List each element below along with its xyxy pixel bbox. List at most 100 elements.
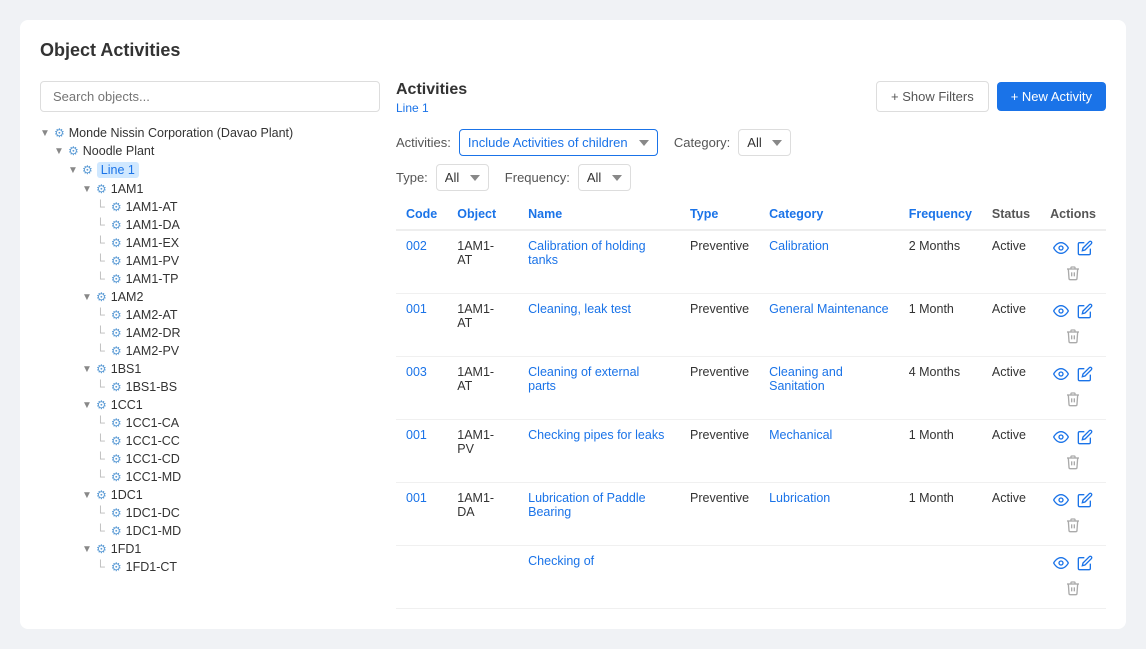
connector: └ xyxy=(96,236,105,250)
show-filters-button[interactable]: + Show Filters xyxy=(876,81,989,112)
connector: └ xyxy=(96,326,105,340)
col-frequency: Frequency xyxy=(899,199,982,230)
col-name: Name xyxy=(518,199,680,230)
cell-object: 1AM1-AT xyxy=(447,357,518,420)
cell-actions xyxy=(1040,483,1106,546)
view-button[interactable] xyxy=(1052,365,1070,386)
cell-type: Preventive xyxy=(680,230,759,294)
category-select[interactable]: All xyxy=(738,129,791,156)
cell-code: 001 xyxy=(396,420,447,483)
tree-1fd1-ct[interactable]: └⚙1FD1-CT xyxy=(96,558,380,576)
edit-button[interactable] xyxy=(1076,491,1094,512)
cell-code: 003 xyxy=(396,357,447,420)
frequency-filter-group: Frequency: All xyxy=(505,164,631,191)
gear: ⚙ xyxy=(111,380,122,394)
gear-1cc1: ⚙ xyxy=(96,398,107,412)
label-1am1: 1AM1 xyxy=(111,182,144,196)
delete-button[interactable] xyxy=(1064,579,1082,600)
tree-children-noodle: ▼ ⚙ Line 1 ▼ ⚙ 1AM1 └ xyxy=(68,160,380,576)
children-1am1: └⚙1AM1-AT └⚙1AM1-DA └⚙1AM1-EX └⚙1AM1-PV … xyxy=(96,198,380,288)
main-panel: Activities Line 1 + Show Filters + New A… xyxy=(396,81,1106,609)
tree-1am2[interactable]: ▼ ⚙ 1AM2 xyxy=(82,288,380,306)
frequency-label: Frequency: xyxy=(505,170,570,185)
frequency-select[interactable]: All xyxy=(578,164,631,191)
cell-type: Preventive xyxy=(680,294,759,357)
edit-button[interactable] xyxy=(1076,302,1094,323)
panel-title-group: Activities Line 1 xyxy=(396,81,467,115)
tree-noodle-plant[interactable]: ▼ ⚙ Noodle Plant xyxy=(54,142,380,160)
panel-subtitle: Line 1 xyxy=(396,101,467,115)
tree-1dc1-dc[interactable]: └⚙1DC1-DC xyxy=(96,504,380,522)
tree-1dc1[interactable]: ▼ ⚙ 1DC1 xyxy=(82,486,380,504)
gear: ⚙ xyxy=(111,218,122,232)
expand-1bs1: ▼ xyxy=(82,364,92,375)
delete-button[interactable] xyxy=(1064,453,1082,474)
cell-name: Checking pipes for leaks xyxy=(518,420,680,483)
tree-1am2-at[interactable]: └⚙1AM2-AT xyxy=(96,306,380,324)
gear-icon-line1: ⚙ xyxy=(82,163,93,177)
tree-1cc1-md[interactable]: └⚙1CC1-MD xyxy=(96,468,380,486)
cell-frequency: 1 Month xyxy=(899,294,982,357)
tree-1am1-da[interactable]: └⚙1AM1-DA xyxy=(96,216,380,234)
gear-1bs1: ⚙ xyxy=(96,362,107,376)
table-row: Checking of xyxy=(396,546,1106,609)
cell-name: Cleaning of external parts xyxy=(518,357,680,420)
edit-button[interactable] xyxy=(1076,554,1094,575)
delete-button[interactable] xyxy=(1064,264,1082,285)
gear: ⚙ xyxy=(111,272,122,286)
search-input[interactable] xyxy=(40,81,380,112)
edit-button[interactable] xyxy=(1076,365,1094,386)
label: 1AM2-DR xyxy=(126,326,181,340)
action-row-bottom xyxy=(1064,264,1082,285)
gear: ⚙ xyxy=(111,200,122,214)
activities-select[interactable]: Include Activities of children xyxy=(459,129,658,156)
tree-1am1-at[interactable]: └⚙1AM1-AT xyxy=(96,198,380,216)
tree-1cc1-ca[interactable]: └⚙1CC1-CA xyxy=(96,414,380,432)
tree-1am1-pv[interactable]: └⚙1AM1-PV xyxy=(96,252,380,270)
tree-1am2-pv[interactable]: └⚙1AM2-PV xyxy=(96,342,380,360)
view-button[interactable] xyxy=(1052,491,1070,512)
view-button[interactable] xyxy=(1052,554,1070,575)
tree-1am1-ex[interactable]: └⚙1AM1-EX xyxy=(96,234,380,252)
view-button[interactable] xyxy=(1052,302,1070,323)
line1-label: Line 1 xyxy=(97,162,139,178)
label-1bs1: 1BS1 xyxy=(111,362,142,376)
action-row-top xyxy=(1052,554,1094,575)
tree-1cc1-cc[interactable]: └⚙1CC1-CC xyxy=(96,432,380,450)
col-object: Object xyxy=(447,199,518,230)
category-label: Category: xyxy=(674,135,730,150)
tree-1cc1-cd[interactable]: └⚙1CC1-CD xyxy=(96,450,380,468)
object-tree: ▼ ⚙ Monde Nissin Corporation (Davao Plan… xyxy=(40,124,380,576)
delete-button[interactable] xyxy=(1064,390,1082,411)
tree-1am2-dr[interactable]: └⚙1AM2-DR xyxy=(96,324,380,342)
view-button[interactable] xyxy=(1052,428,1070,449)
tree-line1[interactable]: ▼ ⚙ Line 1 xyxy=(68,160,380,180)
table-row: 001 1AM1-DA Lubrication of Paddle Bearin… xyxy=(396,483,1106,546)
cell-object xyxy=(447,546,518,609)
view-button[interactable] xyxy=(1052,239,1070,260)
cell-type: Preventive xyxy=(680,483,759,546)
delete-button[interactable] xyxy=(1064,327,1082,348)
tree-1am1-tp[interactable]: └⚙1AM1-TP xyxy=(96,270,380,288)
edit-button[interactable] xyxy=(1076,239,1094,260)
action-row-bottom xyxy=(1064,579,1082,600)
new-activity-button[interactable]: + New Activity xyxy=(997,82,1106,111)
tree-children-line1: ▼ ⚙ 1AM1 └⚙1AM1-AT └⚙1AM1-DA └⚙1AM1-EX └… xyxy=(82,180,380,576)
filters-row-1: Activities: Include Activities of childr… xyxy=(396,129,1106,156)
tree-1bs1-bs[interactable]: └⚙1BS1-BS xyxy=(96,378,380,396)
tree-1bs1[interactable]: ▼ ⚙ 1BS1 xyxy=(82,360,380,378)
actions-group xyxy=(1050,491,1096,537)
delete-button[interactable] xyxy=(1064,516,1082,537)
gear: ⚙ xyxy=(111,416,122,430)
tree-1dc1-md[interactable]: └⚙1DC1-MD xyxy=(96,522,380,540)
tree-1cc1[interactable]: ▼ ⚙ 1CC1 xyxy=(82,396,380,414)
gear: ⚙ xyxy=(111,344,122,358)
edit-button[interactable] xyxy=(1076,428,1094,449)
action-row-top xyxy=(1052,491,1094,512)
connector: └ xyxy=(96,200,105,214)
tree-root[interactable]: ▼ ⚙ Monde Nissin Corporation (Davao Plan… xyxy=(40,124,380,142)
tree-1am1[interactable]: ▼ ⚙ 1AM1 xyxy=(82,180,380,198)
type-select[interactable]: All xyxy=(436,164,489,191)
col-actions: Actions xyxy=(1040,199,1106,230)
tree-1fd1[interactable]: ▼ ⚙ 1FD1 xyxy=(82,540,380,558)
